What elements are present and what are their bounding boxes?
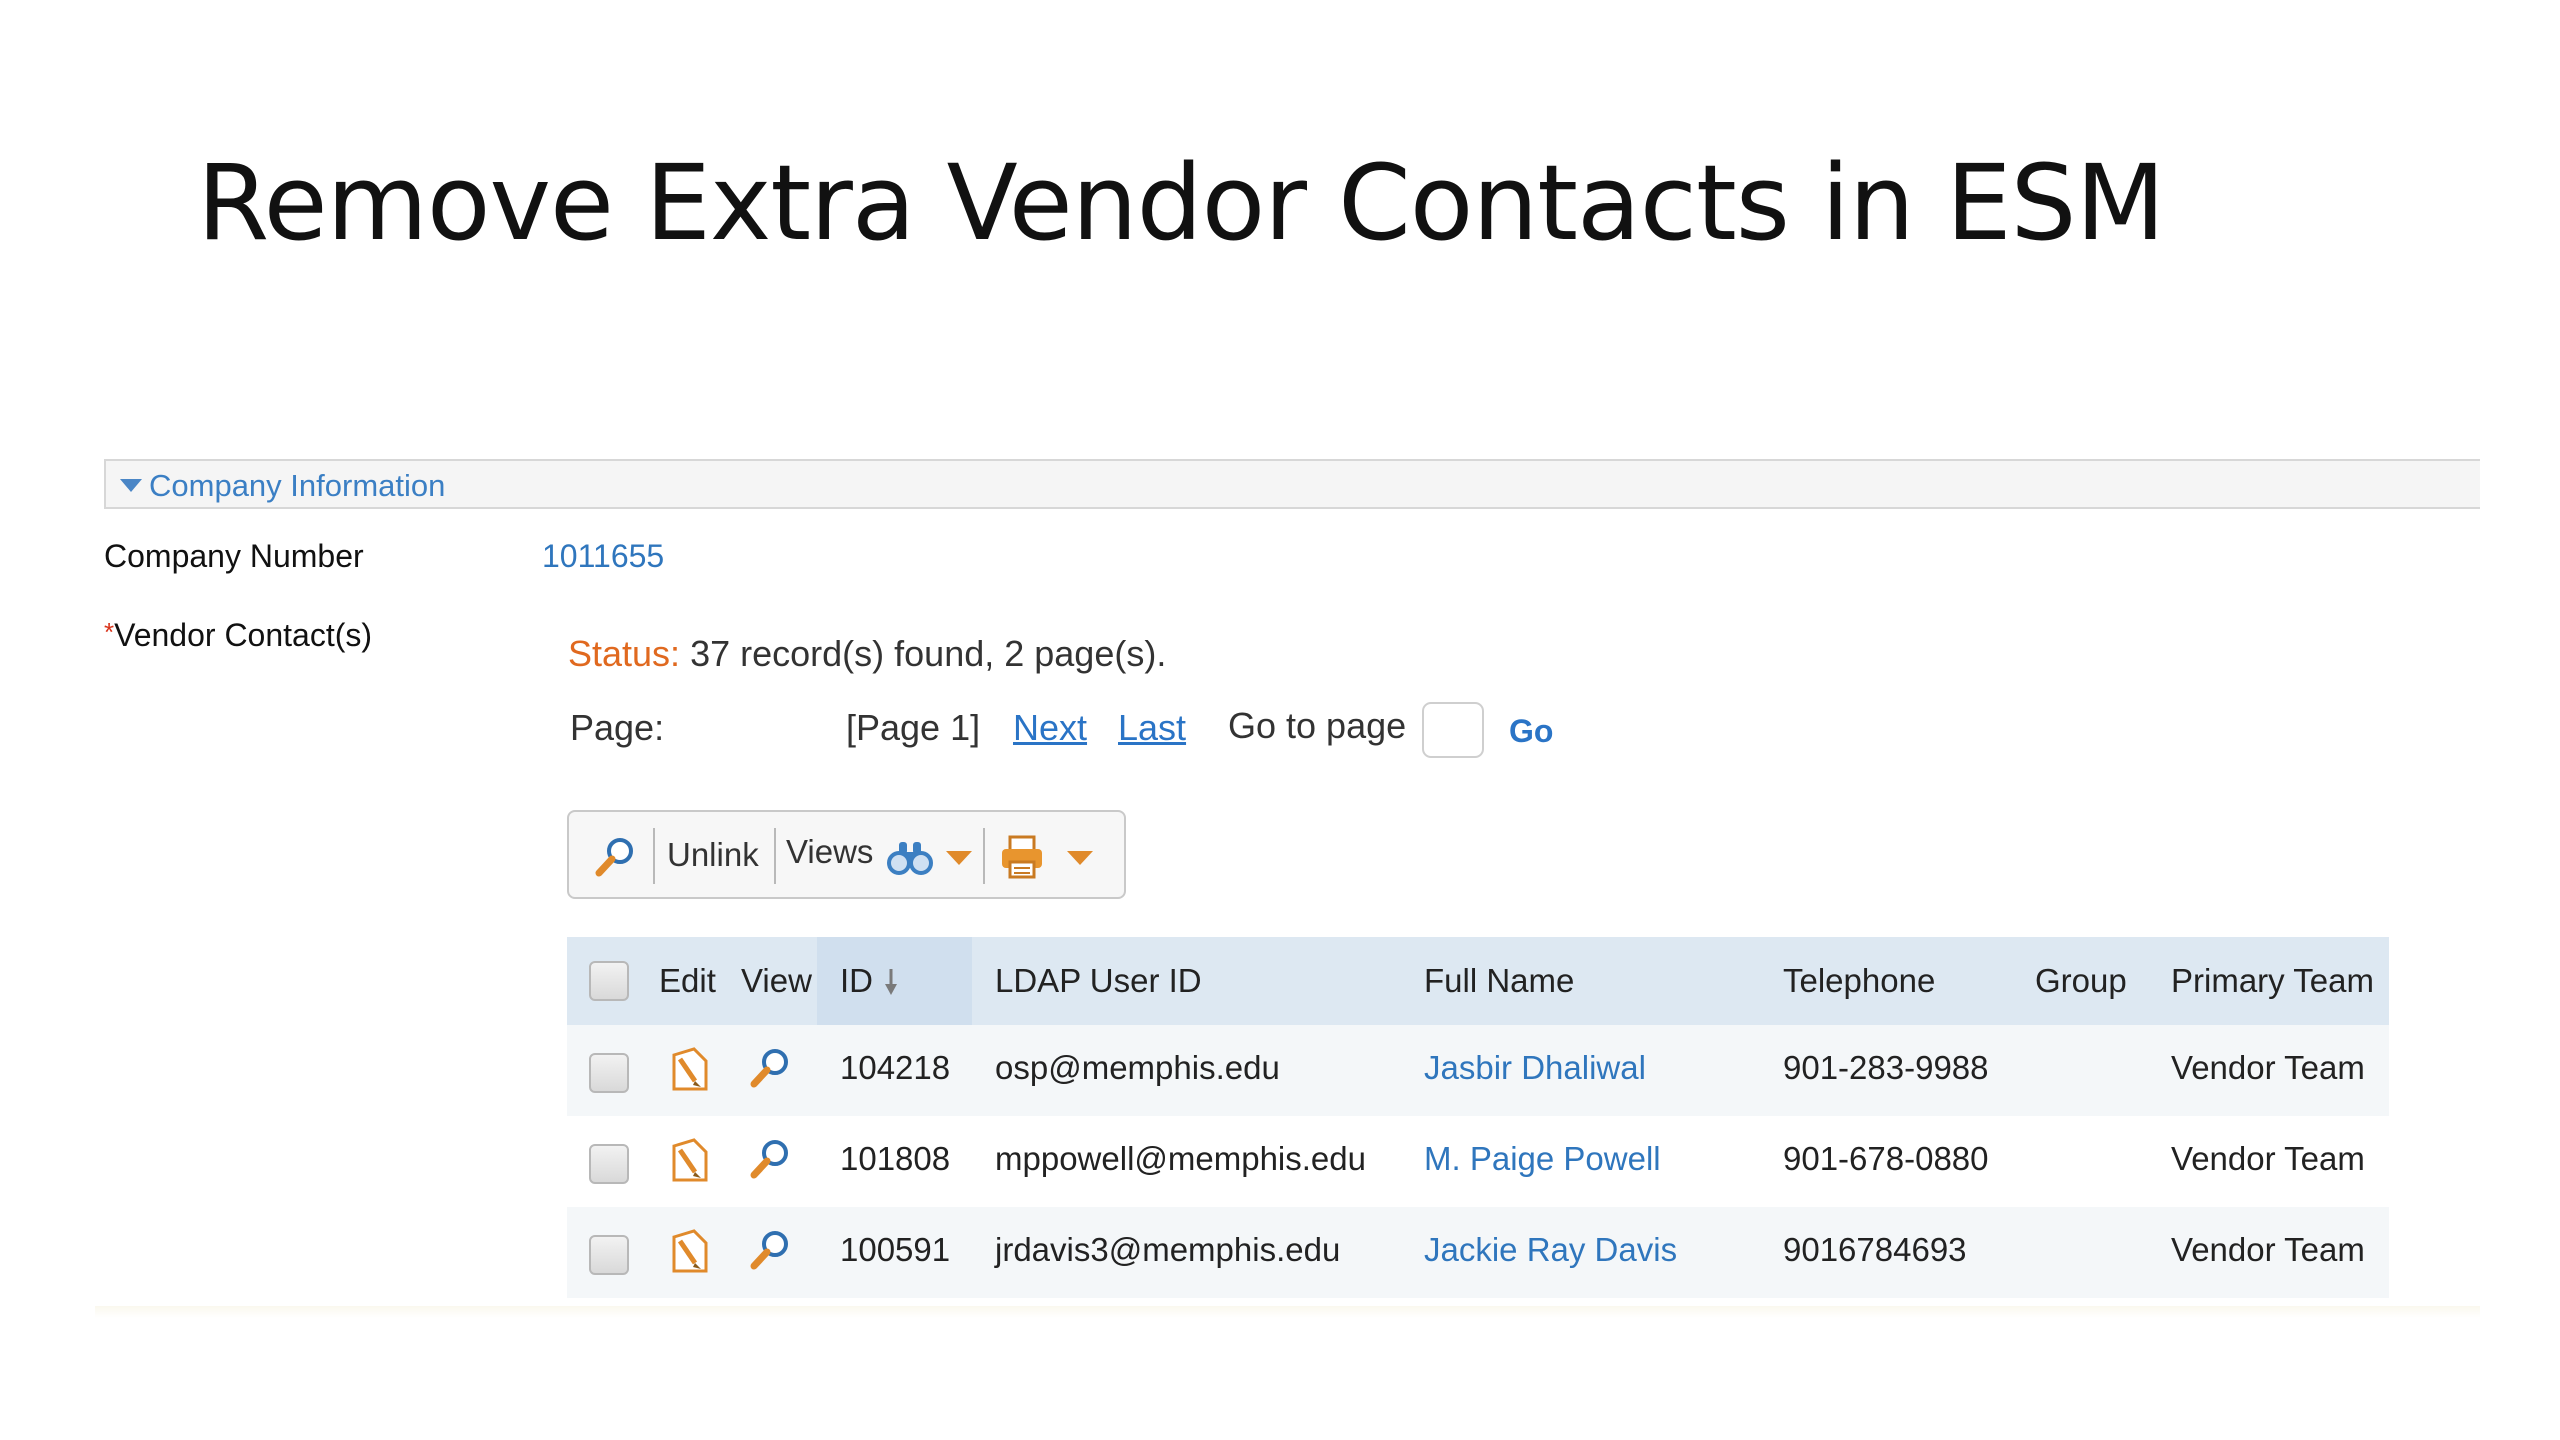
cell-ldap-user-id: mppowell@memphis.edu	[995, 1140, 1366, 1177]
edit-icon[interactable]	[668, 1227, 712, 1275]
cell-ldap-user-id: jrdavis3@memphis.edu	[995, 1231, 1341, 1268]
magnifier-icon	[595, 838, 633, 877]
grid-header-row: Edit View ID LDAP User ID Full Name Tele…	[567, 937, 2389, 1025]
cell-id: 104218	[840, 1049, 951, 1086]
cell-primary-team: Vendor Team	[2171, 1049, 2365, 1086]
screenshot-bottom-edge	[95, 1306, 2480, 1318]
column-header-group[interactable]: Group	[2035, 962, 2127, 1000]
panel-title[interactable]: Company Information	[149, 468, 445, 504]
collapse-triangle-icon[interactable]	[120, 479, 142, 492]
current-page: [Page 1]	[846, 707, 981, 748]
grid-toolbar: Unlink Views	[567, 810, 1126, 899]
cell-primary-team: Vendor Team	[2171, 1231, 2365, 1268]
cell-full-name-link[interactable]: Jackie Ray Davis	[1424, 1231, 1677, 1269]
cell-telephone: 901-283-9988	[1783, 1049, 1989, 1086]
unlink-label: Unlink	[667, 836, 759, 873]
go-to-page-label: Go to page	[1228, 705, 1407, 746]
cell-primary-team: Vendor Team	[2171, 1140, 2365, 1177]
table-row: 100591 jrdavis3@memphis.edu Jackie Ray D…	[567, 1207, 2389, 1298]
select-all-checkbox[interactable]	[589, 961, 629, 1001]
column-header-edit: Edit	[659, 962, 716, 999]
binoculars-icon	[887, 842, 933, 875]
table-row: 104218 osp@memphis.edu Jasbir Dhaliwal 9…	[567, 1025, 2389, 1116]
status-key: Status:	[568, 633, 681, 674]
row-checkbox[interactable]	[589, 1144, 629, 1184]
chevron-down-icon	[1067, 851, 1093, 865]
status-line: Status: 37 record(s) found, 2 page(s).	[568, 633, 1166, 675]
print-dropdown[interactable]	[985, 812, 1126, 897]
search-button[interactable]	[569, 812, 652, 897]
row-checkbox[interactable]	[589, 1235, 629, 1275]
views-dropdown[interactable]: Views	[776, 812, 982, 897]
page-label: Page:	[570, 707, 665, 748]
column-header-id[interactable]: ID	[840, 962, 873, 1000]
sort-descending-icon	[885, 969, 897, 995]
column-header-full-name[interactable]: Full Name	[1424, 962, 1574, 1000]
row-checkbox[interactable]	[589, 1053, 629, 1093]
vendor-contacts-label-text: Vendor Contact(s)	[114, 617, 373, 653]
printer-icon	[1002, 835, 1042, 879]
slide-title: Remove Extra Vendor Contacts in ESM	[197, 142, 2165, 264]
go-to-page-input[interactable]	[1422, 702, 1484, 758]
cell-telephone: 9016784693	[1783, 1231, 1967, 1268]
vendor-contacts-label: *Vendor Contact(s)	[104, 617, 372, 654]
cell-full-name-link[interactable]: M. Paige Powell	[1424, 1140, 1661, 1178]
table-row: 101808 mppowell@memphis.edu M. Paige Pow…	[567, 1116, 2389, 1207]
chevron-down-icon	[946, 851, 972, 865]
column-header-ldap-user-id[interactable]: LDAP User ID	[995, 962, 1202, 1000]
edit-icon[interactable]	[668, 1045, 712, 1093]
cell-id: 100591	[840, 1231, 951, 1268]
cell-telephone: 901-678-0880	[1783, 1140, 1989, 1177]
column-header-view: View	[741, 962, 812, 999]
go-button[interactable]: Go	[1509, 713, 1553, 750]
views-label: Views	[786, 833, 874, 870]
next-page-link[interactable]: Next	[1013, 707, 1087, 749]
edit-icon[interactable]	[668, 1136, 712, 1184]
cell-full-name-link[interactable]: Jasbir Dhaliwal	[1424, 1049, 1646, 1087]
status-text: 37 record(s) found, 2 page(s).	[690, 633, 1167, 674]
company-number-value[interactable]: 1011655	[542, 538, 664, 575]
view-magnifier-icon[interactable]	[748, 1045, 794, 1091]
unlink-button[interactable]: Unlink	[655, 812, 773, 897]
company-number-label: Company Number	[104, 538, 364, 574]
column-header-primary-team[interactable]: Primary Team	[2171, 962, 2374, 1000]
required-marker: *	[104, 617, 115, 647]
view-magnifier-icon[interactable]	[748, 1227, 794, 1273]
cell-ldap-user-id: osp@memphis.edu	[995, 1049, 1280, 1086]
cell-id: 101808	[840, 1140, 951, 1177]
view-magnifier-icon[interactable]	[748, 1136, 794, 1182]
company-information-panel-header[interactable]: Company Information	[104, 459, 2480, 509]
last-page-link[interactable]: Last	[1118, 707, 1186, 749]
column-header-telephone[interactable]: Telephone	[1783, 962, 1935, 1000]
